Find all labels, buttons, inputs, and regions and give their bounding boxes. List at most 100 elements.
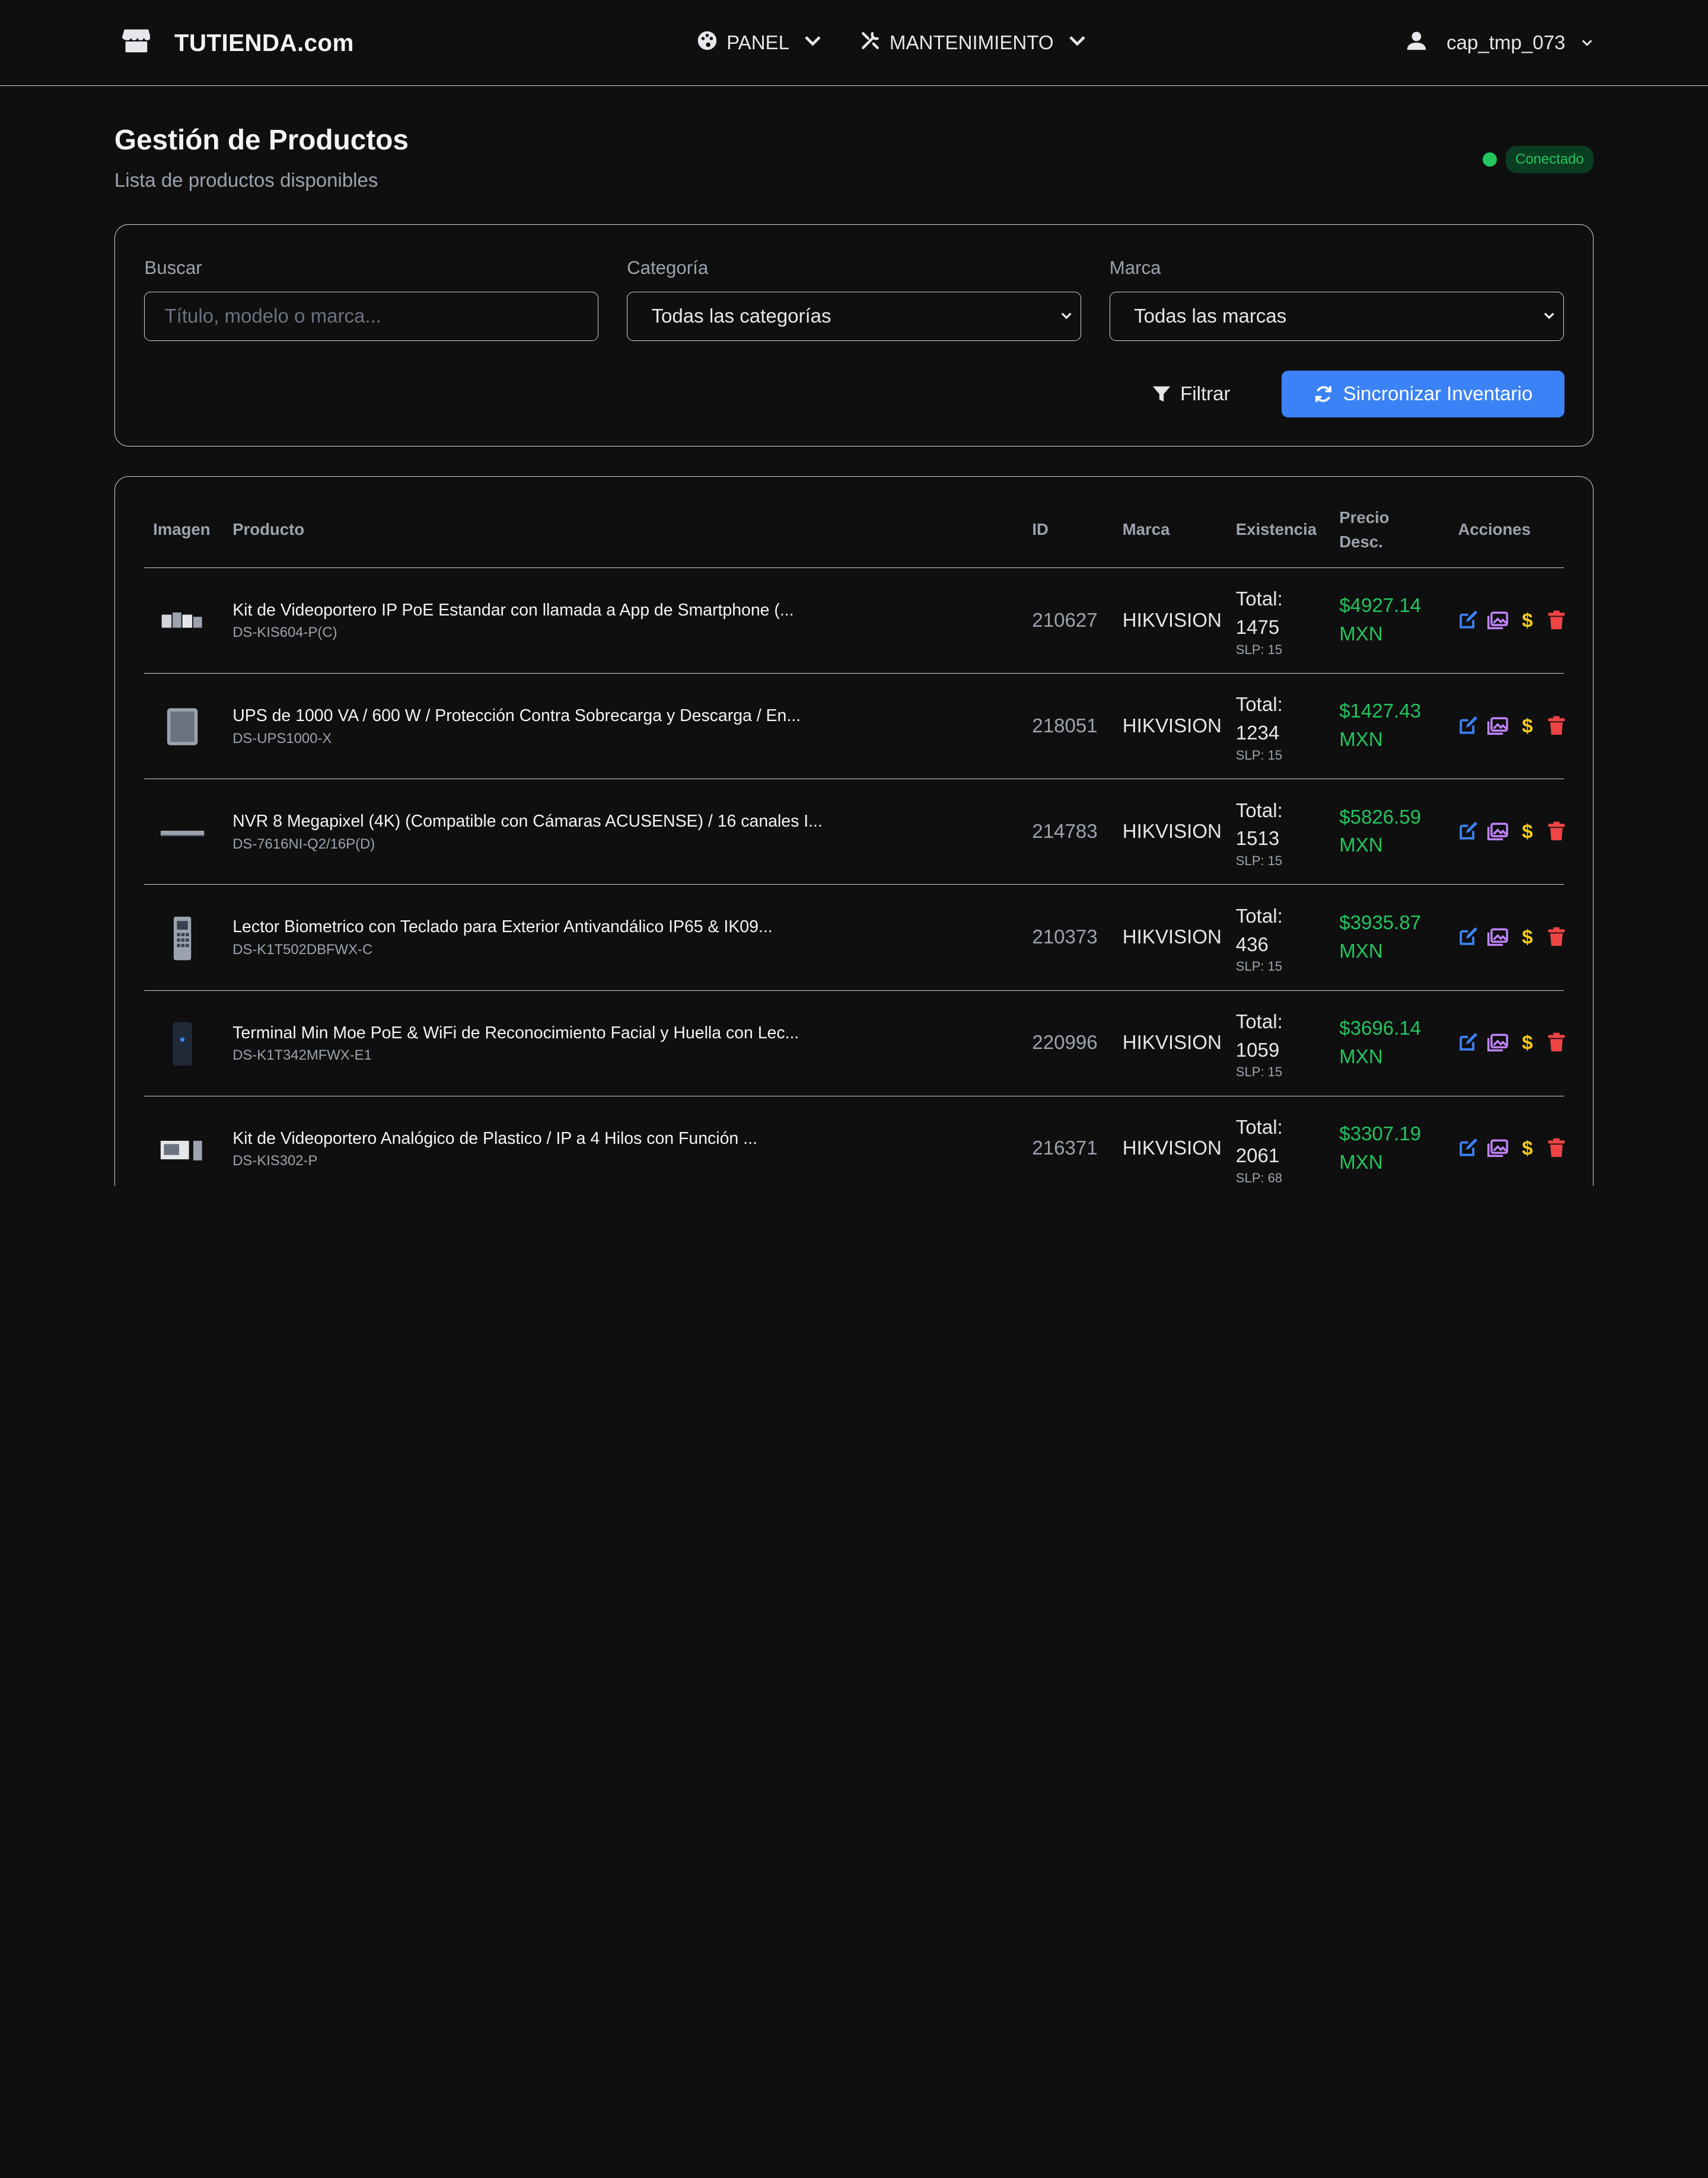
product-stock: Total: 1475 SLP: 15 bbox=[1236, 585, 1283, 657]
product-title[interactable]: UPS de 1000 VA / 600 W / Protección Cont… bbox=[232, 706, 801, 726]
dollar-icon[interactable]: $ bbox=[1517, 610, 1538, 630]
trash-icon[interactable] bbox=[1546, 610, 1567, 630]
brand-select[interactable]: Todas las marcas bbox=[1109, 292, 1564, 342]
nav-maintenance-label: MANTENIMIENTO bbox=[889, 31, 1054, 54]
col-brand[interactable]: Marca bbox=[1123, 520, 1170, 539]
gallery-icon[interactable] bbox=[1487, 926, 1508, 947]
price-value: $3307.19 bbox=[1339, 1123, 1422, 1146]
stock-total-label: Total: bbox=[1235, 1010, 1283, 1033]
product-model: DS-7616NI-Q2/16P(D) bbox=[232, 836, 375, 852]
table-row[interactable]: Kit de Videoportero IP PoE Estandar con … bbox=[144, 568, 1565, 674]
product-model: DS-KIS302-P bbox=[232, 1153, 318, 1169]
gallery-icon[interactable] bbox=[1487, 821, 1508, 841]
product-model: DS-K1T502DBFWX-C bbox=[232, 941, 373, 958]
table-row[interactable]: Lector Biometrico con Teclado para Exter… bbox=[144, 885, 1565, 991]
edit-icon[interactable] bbox=[1458, 610, 1478, 630]
edit-icon[interactable] bbox=[1458, 926, 1478, 947]
edit-icon[interactable] bbox=[1458, 821, 1478, 841]
connection-status: Conectado bbox=[1483, 146, 1594, 174]
nav-menu: PANEL MANTENIMIENTO bbox=[697, 0, 1087, 86]
brand[interactable]: TUTIENDA.com bbox=[122, 27, 354, 58]
edit-icon[interactable] bbox=[1458, 1137, 1478, 1158]
product-stock: Total: 1513 SLP: 15 bbox=[1236, 797, 1283, 869]
table-row[interactable]: Kit de Videoportero Analógico de Plastic… bbox=[144, 1096, 1565, 1186]
col-id[interactable]: ID bbox=[1032, 520, 1049, 539]
stock-total: 1513 bbox=[1235, 828, 1280, 850]
product-title[interactable]: Kit de Videoportero IP PoE Estandar con … bbox=[232, 601, 794, 620]
product-title[interactable]: Lector Biometrico con Teclado para Exter… bbox=[232, 917, 772, 937]
category-select[interactable]: Todas las categorías bbox=[627, 292, 1081, 342]
page-subtitle: Lista de productos disponibles bbox=[114, 170, 378, 192]
dollar-icon[interactable]: $ bbox=[1517, 926, 1538, 947]
table-row[interactable]: NVR 8 Megapixel (4K) (Compatible con Cám… bbox=[144, 779, 1565, 885]
search-input[interactable]: Título, modelo o marca... bbox=[144, 292, 599, 342]
face-terminal-icon bbox=[160, 1021, 205, 1067]
col-product[interactable]: Producto bbox=[232, 520, 304, 539]
row-actions: $ bbox=[1458, 610, 1567, 630]
product-title[interactable]: Kit de Videoportero Analógico de Plastic… bbox=[232, 1129, 757, 1149]
table-row[interactable]: UPS de 1000 VA / 600 W / Protección Cont… bbox=[144, 674, 1565, 780]
trash-icon[interactable] bbox=[1546, 715, 1567, 736]
product-brand: HIKVISION bbox=[1122, 609, 1222, 632]
edit-icon[interactable] bbox=[1458, 715, 1478, 736]
product-stock: Total: 1059 SLP: 15 bbox=[1236, 1008, 1283, 1080]
nav-panel[interactable]: PANEL bbox=[697, 30, 823, 56]
trash-icon[interactable] bbox=[1546, 926, 1567, 947]
chevron-down-icon bbox=[1544, 312, 1554, 320]
price-currency: MXN bbox=[1339, 729, 1383, 751]
trash-icon[interactable] bbox=[1546, 821, 1567, 841]
table-header: Imagen Producto ID Marca Existencia Prec… bbox=[144, 477, 1564, 568]
sync-inventory-button[interactable]: Sincronizar Inventario bbox=[1281, 371, 1565, 418]
brand-field: Marca Todas las marcas bbox=[1109, 257, 1564, 342]
stock-slp: SLP: 15 bbox=[1235, 642, 1283, 657]
gallery-icon[interactable] bbox=[1487, 1137, 1508, 1158]
gallery-icon[interactable] bbox=[1487, 610, 1508, 630]
trash-icon[interactable] bbox=[1546, 1137, 1567, 1158]
gallery-icon[interactable] bbox=[1487, 715, 1508, 736]
dollar-icon[interactable]: $ bbox=[1517, 821, 1538, 841]
col-stock[interactable]: Existencia bbox=[1236, 520, 1317, 539]
stock-slp: SLP: 68 bbox=[1235, 1170, 1283, 1185]
stock-total-label: Total: bbox=[1235, 694, 1283, 716]
filter-button[interactable]: Filtrar bbox=[1152, 371, 1231, 417]
trash-icon[interactable] bbox=[1546, 1032, 1567, 1053]
table-row[interactable]: Terminal Min Moe PoE & WiFi de Reconocim… bbox=[144, 991, 1565, 1096]
stock-slp: SLP: 15 bbox=[1235, 1064, 1283, 1080]
product-brand: HIKVISION bbox=[1122, 1137, 1222, 1160]
gallery-icon[interactable] bbox=[1487, 1032, 1508, 1053]
brand-label: Marca bbox=[1109, 257, 1161, 279]
product-price: $3935.87 MXN bbox=[1339, 909, 1421, 966]
col-image[interactable]: Imagen bbox=[153, 520, 210, 539]
nav-maintenance[interactable]: MANTENIMIENTO bbox=[860, 30, 1087, 56]
user-menu[interactable]: cap_tmp_073 bbox=[1406, 0, 1594, 86]
product-title[interactable]: Terminal Min Moe PoE & WiFi de Reconocim… bbox=[232, 1023, 799, 1043]
ups-icon bbox=[160, 704, 205, 750]
svg-text:$: $ bbox=[1522, 610, 1532, 630]
edit-icon[interactable] bbox=[1458, 1032, 1478, 1053]
col-price[interactable]: Precio Desc. bbox=[1339, 508, 1389, 551]
product-price: $1427.43 MXN bbox=[1339, 697, 1421, 754]
tools-icon bbox=[860, 30, 881, 56]
svg-text:$: $ bbox=[1522, 927, 1532, 947]
dollar-icon[interactable]: $ bbox=[1517, 1137, 1538, 1158]
product-id: 220996 bbox=[1032, 1032, 1098, 1054]
dollar-icon[interactable]: $ bbox=[1517, 715, 1538, 736]
product-title[interactable]: NVR 8 Megapixel (4K) (Compatible con Cám… bbox=[232, 812, 823, 831]
price-currency: MXN bbox=[1339, 623, 1383, 646]
filter-icon bbox=[1153, 387, 1171, 402]
stock-total: 436 bbox=[1235, 933, 1269, 956]
product-model: DS-KIS604-P(C) bbox=[232, 624, 337, 641]
price-value: $1427.43 bbox=[1339, 700, 1422, 723]
chevron-down-icon bbox=[1062, 30, 1087, 56]
product-brand: HIKVISION bbox=[1122, 821, 1222, 843]
keypad-reader-icon bbox=[160, 916, 205, 961]
col-price-line1: Precio bbox=[1339, 508, 1390, 527]
page-title: Gestión de Productos bbox=[114, 125, 409, 157]
dollar-icon[interactable]: $ bbox=[1517, 1032, 1538, 1053]
product-price: $5826.59 MXN bbox=[1339, 803, 1421, 860]
price-value: $4927.14 bbox=[1339, 595, 1422, 617]
status-badge: Conectado bbox=[1505, 146, 1594, 174]
category-label: Categoría bbox=[627, 257, 709, 279]
page-header: Gestión de Productos Lista de productos … bbox=[114, 124, 409, 192]
sync-icon bbox=[1315, 386, 1332, 403]
